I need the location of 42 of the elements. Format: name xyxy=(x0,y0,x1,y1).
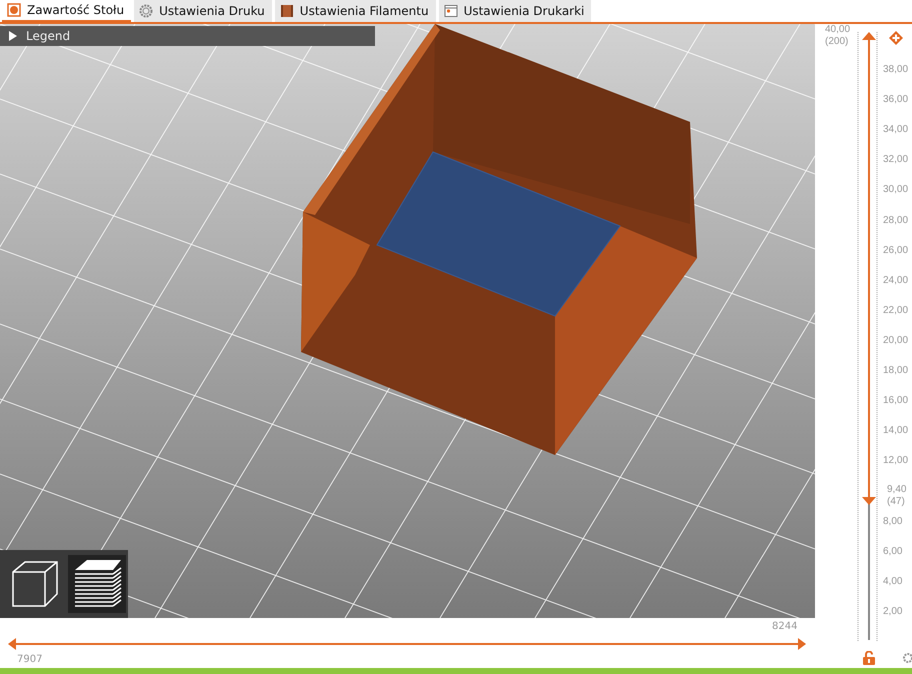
gear-icon[interactable] xyxy=(902,652,912,664)
layer-height-label: 14,00 xyxy=(883,425,908,438)
slider-thumb[interactable] xyxy=(8,638,16,650)
layer-height-label: 36,00 xyxy=(883,94,908,106)
view-button[interactable] xyxy=(68,555,126,613)
layer-number-label: (200) xyxy=(825,36,848,48)
layer-height-label: 30,00 xyxy=(883,184,908,196)
layer-height-label: 26,00 xyxy=(883,244,908,257)
layer-height-label: 22,00 xyxy=(883,304,908,317)
layer-height-label: 12,00 xyxy=(883,455,908,468)
layer-height-label: 8,00 xyxy=(883,516,902,528)
unlocked-padlock-icon[interactable] xyxy=(863,651,875,665)
layer-height-label: 6,00 xyxy=(883,546,902,558)
tab[interactable]: Ustawienia Drukarki xyxy=(438,0,592,22)
layer-height-label: 24,00 xyxy=(883,274,908,287)
spool-icon xyxy=(280,4,294,18)
triangle-icon xyxy=(8,31,18,41)
layer-height-label: 16,00 xyxy=(883,395,908,408)
slider-thumb[interactable] xyxy=(862,32,876,40)
layer-number-label: (47) xyxy=(887,496,905,508)
tab[interactable]: Zawartość Stołu xyxy=(2,0,132,22)
slider-thumb[interactable] xyxy=(798,638,806,650)
layer-height-label: 28,00 xyxy=(883,214,908,226)
layer-height-label: 2,00 xyxy=(883,606,902,618)
gear-icon xyxy=(139,4,154,18)
slider-thumb[interactable] xyxy=(862,496,876,505)
layer-height-label: 38,00 xyxy=(883,64,908,76)
plus-icon[interactable] xyxy=(889,31,903,45)
tab[interactable]: Ustawienia Druku xyxy=(134,0,272,22)
layer-height-label: 34,00 xyxy=(883,124,908,136)
plate-icon xyxy=(7,3,21,17)
thumb-value-label: 9,40 xyxy=(887,484,906,496)
legend-bar[interactable]: Legend xyxy=(0,26,375,46)
layer-height-label: 18,00 xyxy=(883,365,908,377)
thumb-value-label: 8244 xyxy=(772,621,798,632)
window-icon xyxy=(444,4,458,18)
tab[interactable]: Ustawienia Filamentu xyxy=(274,0,436,22)
thumb-value-label: 40,00 xyxy=(825,24,850,36)
layer-height-label: 20,00 xyxy=(883,334,908,347)
layer-height-label: 4,00 xyxy=(883,576,902,588)
thumb-value-label: 7907 xyxy=(17,654,42,665)
layer-height-label: 32,00 xyxy=(883,154,908,166)
